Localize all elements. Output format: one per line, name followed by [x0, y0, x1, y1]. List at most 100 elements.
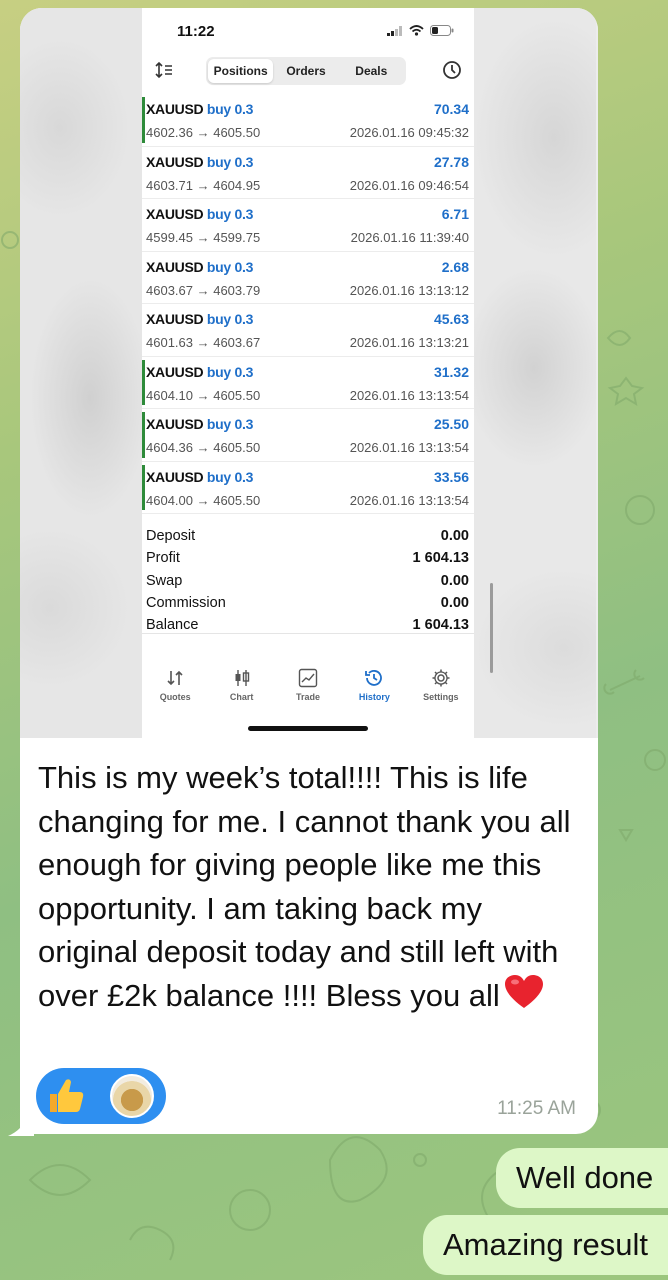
trade-side: buy 0.3 — [206, 416, 254, 432]
divider — [142, 633, 474, 634]
symbol-text: XAUUSD — [146, 258, 204, 275]
tab-orders[interactable]: Orders — [273, 59, 338, 83]
summary-label: Deposit — [146, 528, 196, 544]
trade-symbol: XAUUSD buy 0.3 — [146, 311, 253, 327]
summary-value: 0.00 — [440, 594, 469, 611]
quotes-icon — [167, 670, 183, 686]
trade-side: buy 0.3 — [206, 311, 254, 327]
tab-chart[interactable]: Chart — [208, 668, 274, 718]
trade-prices: 4604.10 → 4605.50 — [146, 387, 261, 403]
trade-row[interactable]: XAUUSD buy 0.3 4604.36 → 4605.50 25.50 2026… — [142, 409, 474, 462]
trade-side: buy 0.3 — [206, 258, 254, 275]
symbol-text: XAUUSD — [146, 468, 204, 485]
sort-icon[interactable] — [155, 61, 173, 79]
outgoing-message-text: Amazing result — [443, 1227, 649, 1262]
summary-block: Deposit 0.00 Profit 1 604.13 Swap 0.00 C… — [142, 526, 474, 637]
heart-emoji-icon — [504, 974, 543, 1008]
trade-prices: 4604.00 → 4605.50 — [146, 492, 261, 508]
message-body: This is my week’s total!!!! This is life… — [38, 760, 571, 1013]
summary-value: 0.00 — [440, 528, 469, 544]
outgoing-message-bubble[interactable]: Well done — [496, 1148, 668, 1208]
thumbs-up-emoji-icon[interactable] — [44, 1074, 88, 1118]
status-time: 11:22 — [177, 23, 215, 40]
trade-row[interactable]: XAUUSD buy 0.3 4603.67 → 4603.79 2.68 2026.… — [142, 252, 474, 304]
summary-value: 1 604.13 — [412, 550, 469, 567]
tab-history[interactable]: History — [341, 668, 407, 718]
summary-commission: Commission 0.00 — [142, 593, 474, 615]
bottom-tab-bar: Quotes Chart Trade History Settings — [142, 668, 474, 718]
summary-label: Profit — [146, 550, 180, 567]
status-icons — [387, 25, 454, 36]
settings-icon — [432, 669, 450, 687]
tab-quotes[interactable]: Quotes — [142, 668, 208, 718]
tab-label: Quotes — [159, 692, 191, 702]
home-indicator — [248, 726, 368, 731]
summary-label: Balance — [146, 617, 199, 634]
trade-prices: 4599.45 → 4599.75 — [146, 230, 261, 245]
trading-app-screen: 11:22 Positions Orders Deals XAUUSD buy … — [142, 8, 493, 738]
trade-side: buy 0.3 — [206, 153, 254, 170]
trade-symbol: XAUUSD buy 0.3 — [146, 206, 253, 222]
battery-icon — [430, 25, 454, 36]
trade-profit: 31.32 — [433, 363, 469, 380]
symbol-text: XAUUSD — [146, 363, 204, 380]
tab-settings[interactable]: Settings — [408, 668, 474, 718]
summary-label: Commission — [146, 594, 226, 611]
scroll-indicator — [490, 583, 493, 673]
tab-label: Settings — [423, 692, 459, 702]
summary-value: 1 604.13 — [412, 617, 469, 634]
trade-prices: 4603.71 → 4604.95 — [146, 177, 261, 193]
signal-icon — [387, 25, 402, 36]
outgoing-message-text: Well done — [516, 1160, 654, 1195]
trade-time: 2026.01.16 13:13:54 — [349, 440, 469, 455]
trade-symbol: XAUUSD buy 0.3 — [146, 259, 253, 275]
attached-screenshot[interactable]: 11:22 Positions Orders Deals XAUUSD buy … — [20, 8, 598, 738]
trade-profit: 2.68 — [441, 258, 469, 275]
tab-deals[interactable]: Deals — [339, 59, 404, 83]
symbol-text: XAUUSD — [146, 311, 204, 327]
reactions-pill[interactable] — [36, 1068, 166, 1124]
trade-profit: 45.63 — [433, 311, 469, 327]
summary-swap: Swap 0.00 — [142, 571, 474, 593]
trade-list: XAUUSD buy 0.3 4602.36 → 4605.50 70.34 2026… — [142, 94, 474, 514]
tab-positions[interactable]: Positions — [208, 59, 274, 83]
trade-row[interactable]: XAUUSD buy 0.3 4604.10 → 4605.50 31.32 2026… — [142, 357, 474, 409]
symbol-text: XAUUSD — [146, 206, 204, 222]
trade-profit: 27.78 — [433, 153, 469, 170]
trade-prices: 4603.67 → 4603.79 — [146, 282, 261, 298]
trade-row[interactable]: XAUUSD buy 0.3 4604.00 → 4605.50 33.56 2026… — [142, 462, 474, 514]
trade-prices: 4602.36 → 4605.50 — [146, 125, 261, 140]
trade-time: 2026.01.16 09:46:54 — [349, 177, 469, 193]
history-toolbar: Positions Orders Deals — [142, 56, 474, 86]
trade-symbol: XAUUSD buy 0.3 — [146, 101, 253, 117]
trade-side: buy 0.3 — [206, 206, 254, 222]
trade-prices: 4604.36 → 4605.50 — [146, 440, 261, 455]
trade-time: 2026.01.16 13:13:21 — [349, 335, 469, 350]
trade-symbol: XAUUSD buy 0.3 — [146, 416, 253, 432]
trade-prices: 4601.63 → 4603.67 — [146, 335, 261, 350]
tab-label: History — [358, 692, 390, 702]
trade-profit: 25.50 — [433, 416, 469, 432]
trade-row[interactable]: XAUUSD buy 0.3 4599.45 → 4599.75 6.71 2026.… — [142, 199, 474, 252]
trade-time: 2026.01.16 13:13:54 — [349, 492, 469, 508]
tab-label: Trade — [296, 692, 321, 702]
outgoing-message-bubble[interactable]: Amazing result — [423, 1215, 668, 1275]
message-time: 11:25 AM — [497, 1098, 576, 1119]
message-text: This is my week’s total!!!! This is life… — [38, 756, 588, 1018]
trade-symbol: XAUUSD buy 0.3 — [146, 469, 253, 485]
trade-time: 2026.01.16 09:45:32 — [349, 125, 469, 140]
trade-side: buy 0.3 — [206, 468, 254, 485]
trade-time: 2026.01.16 13:13:12 — [349, 282, 469, 298]
trade-profit: 70.34 — [433, 101, 469, 117]
trade-time: 2026.01.16 11:39:40 — [350, 230, 469, 245]
incoming-message-bubble[interactable]: 11:22 Positions Orders Deals XAUUSD buy … — [20, 8, 598, 1134]
trade-symbol: XAUUSD buy 0.3 — [146, 364, 253, 380]
clock-icon[interactable] — [442, 60, 462, 80]
summary-profit: Profit 1 604.13 — [142, 548, 474, 570]
trade-row[interactable]: XAUUSD buy 0.3 4601.63 → 4603.67 45.63 2026… — [142, 304, 474, 357]
trade-row[interactable]: XAUUSD buy 0.3 4603.71 → 4604.95 27.78 2026… — [142, 147, 474, 199]
trade-row[interactable]: XAUUSD buy 0.3 4602.36 → 4605.50 70.34 2026… — [142, 94, 474, 147]
avatar[interactable] — [110, 1074, 154, 1118]
tab-trade[interactable]: Trade — [275, 668, 341, 718]
chart-icon — [235, 670, 249, 686]
